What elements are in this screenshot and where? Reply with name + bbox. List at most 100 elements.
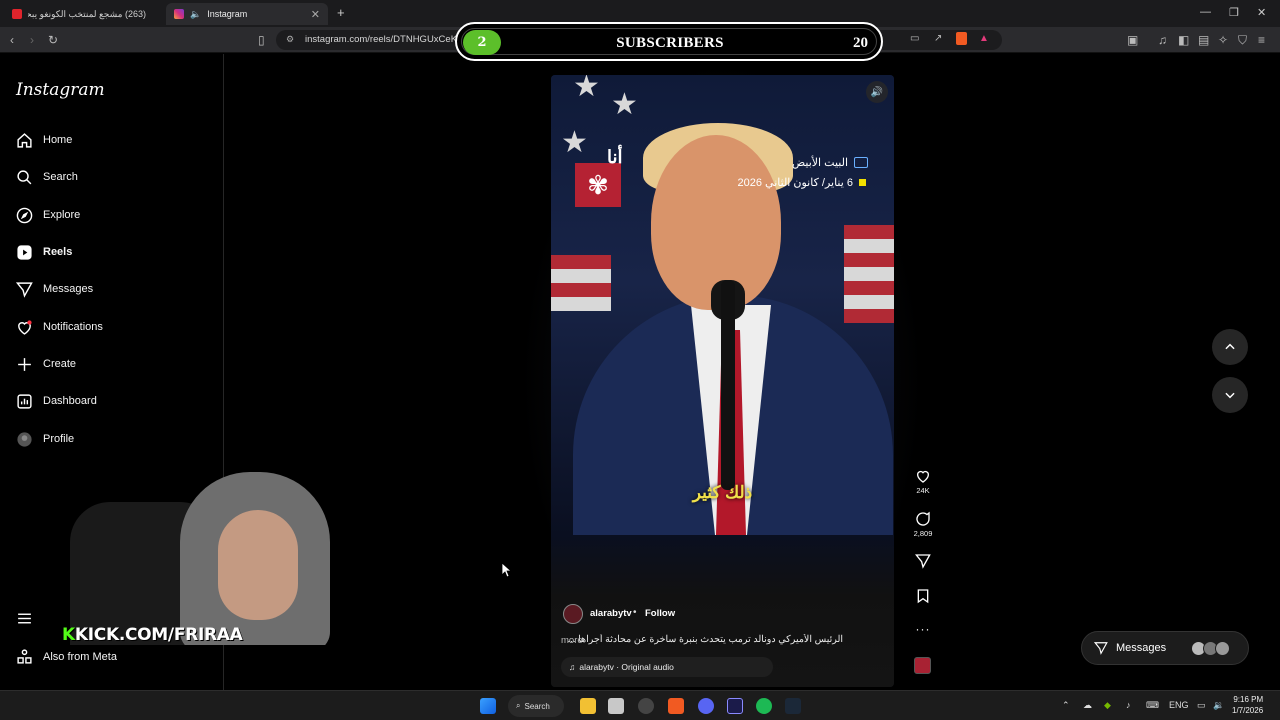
streamer-face (218, 510, 298, 620)
sidebar-item-label: Notifications (43, 321, 103, 333)
volume-icon[interactable]: 🔊 (866, 81, 888, 103)
discord-icon[interactable] (698, 698, 714, 714)
channel-badge: أنا (607, 147, 623, 167)
vpn-icon[interactable]: ⛉ (1238, 33, 1247, 47)
flag-stripe (844, 225, 894, 239)
wallet-icon[interactable]: ▤ (1198, 33, 1209, 47)
save-button[interactable] (908, 588, 938, 604)
site-info-icon[interactable]: ⚙ (286, 34, 294, 45)
start-icon[interactable] (480, 698, 496, 714)
sidebar-item-home[interactable]: Home (16, 128, 72, 152)
comment-icon (916, 511, 930, 526)
premiere-icon[interactable] (727, 698, 743, 714)
sidebar-item-also-from-meta[interactable]: Also from Meta (16, 648, 117, 665)
keyboard-icon[interactable]: ⌨ (1146, 700, 1159, 711)
sidebar-item-explore[interactable]: Explore (16, 203, 80, 227)
caption-more-link[interactable]: more (561, 635, 583, 646)
sidebar-item-label: Reels (43, 246, 73, 258)
flag-stripe (844, 253, 894, 267)
forward-icon[interactable]: › (30, 33, 34, 47)
sidebar-item-dashboard[interactable]: Dashboard (16, 389, 97, 413)
flag-stripe (844, 281, 894, 295)
window-close-icon[interactable]: ✕ (1257, 6, 1266, 19)
clock-date: 1/7/2026 (1232, 706, 1264, 715)
steam-icon[interactable] (785, 698, 801, 714)
taskbar-search-label: Search (524, 701, 550, 711)
tray-chevron-up-icon[interactable]: ⌃ (1062, 700, 1070, 711)
obs-icon[interactable] (638, 698, 654, 714)
comment-button[interactable]: 2,809 (908, 511, 938, 538)
reel-video[interactable]: ★ ★ ★ ✾ أنا البيت الأبيض 6 يناير/ كانون … (551, 75, 894, 687)
url-text: instagram.com/reels/DTNHGUxCeKl (305, 34, 460, 45)
like-button[interactable]: 24K (908, 468, 938, 495)
onedrive-icon[interactable]: ☁ (1083, 700, 1092, 711)
new-tab-icon[interactable]: + (337, 5, 345, 20)
browser-tab-instagram[interactable]: 🔈 Instagram ✕ (166, 3, 328, 25)
tab-title: (263) مشجع لمنتخب الكونغو يبحث عن (28, 8, 146, 19)
youtube-icon (12, 9, 22, 19)
subscriber-goal: 20 (853, 35, 868, 51)
panel-icon[interactable]: ◧ (1178, 33, 1189, 47)
kick-channel-watermark: KKICK.COM/FRIRAA (62, 625, 243, 645)
network-icon[interactable]: ▭ (1197, 700, 1206, 711)
flag-stripe (844, 309, 894, 323)
minimize-icon[interactable]: — (1200, 6, 1211, 18)
sidebar-item-search[interactable]: Search (16, 165, 78, 189)
flag-stripe (844, 295, 894, 309)
media-icon[interactable]: ♫ (1158, 33, 1167, 47)
audio-info[interactable]: ♫ alarabytv · Original audio (561, 657, 773, 677)
messages-label: Messages (1116, 642, 1167, 654)
separator-dot: • (633, 607, 637, 618)
subscriber-goal-bar: 2 SUBSCRIBERS 20 (461, 28, 877, 55)
reload-icon[interactable]: ↻ (48, 33, 58, 47)
screen-icon[interactable]: ▭ (910, 33, 919, 44)
nvidia-icon[interactable]: ◆ (1104, 700, 1111, 711)
share-button[interactable] (908, 553, 938, 569)
brave-rewards-icon[interactable]: ▲ (979, 33, 989, 44)
system-clock[interactable]: 9:16 PM 1/7/2026 (1232, 694, 1263, 716)
hamburger-icon[interactable] (16, 610, 33, 627)
next-reel-button[interactable] (1212, 377, 1248, 413)
camera-icon (854, 157, 868, 168)
microphone-icon[interactable]: ♪ (1126, 700, 1131, 710)
sidebar-toggle-icon[interactable]: ▣ (1127, 33, 1138, 47)
author-avatar[interactable] (563, 604, 583, 624)
home-icon (17, 132, 32, 148)
more-options-icon[interactable]: ··· (908, 622, 938, 636)
volume-icon[interactable]: 🔉 (1213, 700, 1224, 711)
speaker-icon: 🔈 (190, 8, 202, 19)
subscriber-label: SUBSCRIBERS (616, 35, 724, 51)
file-explorer-icon[interactable] (580, 698, 596, 714)
menu-icon[interactable]: ≡ (1258, 33, 1265, 47)
spotify-icon[interactable] (756, 698, 772, 714)
send-icon (1094, 642, 1108, 655)
follow-button[interactable]: Follow (645, 608, 675, 619)
kick-url: KICK.COM/FRIRAA (74, 625, 243, 645)
browser-tab-youtube[interactable]: (263) مشجع لمنتخب الكونغو يبحث عن (4, 3, 164, 25)
sidebar-item-messages[interactable]: Messages (16, 277, 93, 301)
brave-browser-icon[interactable] (668, 698, 684, 714)
sidebar-item-create[interactable]: Create (16, 352, 76, 376)
taskbar-search[interactable]: ⌕ Search (508, 695, 564, 717)
leo-ai-icon[interactable]: ✧ (1218, 33, 1228, 47)
plus-icon (18, 357, 31, 371)
sidebar-item-profile[interactable]: Profile (16, 427, 74, 451)
messages-pill[interactable]: Messages (1081, 631, 1249, 665)
snipping-tool-icon[interactable] (608, 698, 624, 714)
previous-reel-button[interactable] (1212, 329, 1248, 365)
share-icon[interactable]: ↗ (934, 33, 942, 44)
input-language[interactable]: ENG (1169, 700, 1189, 710)
sidebar-item-reels[interactable]: Reels (16, 240, 72, 264)
author-name[interactable]: alarabytv (590, 608, 632, 619)
instagram-logo[interactable]: Instagram (16, 80, 105, 100)
sidebar-item-notifications[interactable]: Notifications (16, 315, 103, 339)
brave-shield-icon[interactable] (956, 32, 967, 45)
close-tab-icon[interactable]: ✕ (311, 8, 320, 21)
restore-icon[interactable]: ❐ (1229, 6, 1239, 19)
audio-thumbnail[interactable] (914, 657, 931, 674)
back-icon[interactable]: ‹ (10, 33, 14, 47)
bookmark-icon[interactable]: ▯ (258, 33, 265, 47)
flag-stripe (551, 269, 611, 283)
sidebar-item-label: Also from Meta (43, 650, 117, 663)
chevron-down-icon (1225, 392, 1235, 399)
